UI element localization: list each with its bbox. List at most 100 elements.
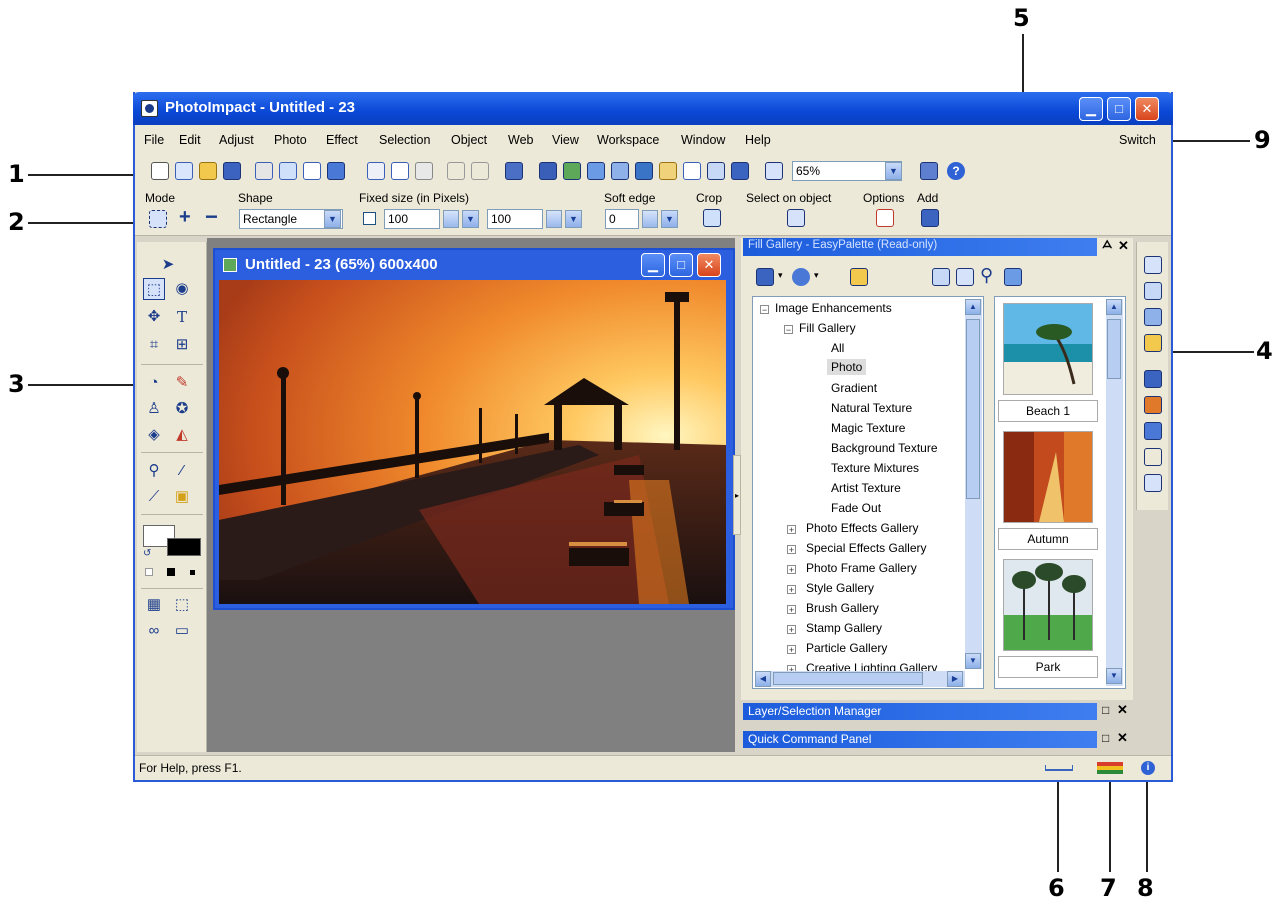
shape-tool-icon[interactable]: ▣: [171, 486, 193, 508]
print-preview-icon[interactable]: [279, 162, 297, 180]
height-dropdown[interactable]: ▼: [565, 210, 582, 228]
menu-effect[interactable]: Effect: [326, 133, 358, 147]
smudge-tool-icon[interactable]: ✪: [171, 398, 193, 420]
layout-icon[interactable]: [765, 162, 783, 180]
gallery-tree-icon[interactable]: [850, 268, 868, 286]
minimize-button[interactable]: ▁: [1079, 97, 1103, 121]
ruler-status-icon[interactable]: [1045, 765, 1073, 771]
organize-icon[interactable]: [635, 162, 653, 180]
tree-horizontal-scrollbar[interactable]: ◀ ▶: [755, 671, 965, 687]
tree-expand-icon[interactable]: +: [787, 625, 796, 635]
paste-icon[interactable]: [415, 162, 433, 180]
doc-maximize-button[interactable]: □: [669, 253, 693, 277]
capture-icon[interactable]: [505, 162, 523, 180]
tree-item-particle-gallery[interactable]: Particle Gallery: [806, 641, 887, 655]
brightness-icon[interactable]: [659, 162, 677, 180]
color-status-icon[interactable]: [1097, 762, 1123, 774]
gallery-home-icon[interactable]: [756, 268, 774, 286]
tree-item-all[interactable]: All: [831, 341, 844, 355]
frame-icon[interactable]: [683, 162, 701, 180]
background-color-swatch[interactable]: [167, 538, 201, 556]
thumbs-scroll-up-icon[interactable]: ▲: [1106, 299, 1122, 315]
new-from-icon[interactable]: [175, 162, 193, 180]
close-button[interactable]: ✕: [1135, 97, 1159, 121]
panel-manager-icon-3[interactable]: [1144, 308, 1162, 326]
tree-item-fade-out[interactable]: Fade Out: [831, 501, 881, 515]
crop-tool-icon[interactable]: ⌗: [143, 334, 165, 356]
layer-selection-manager-bar[interactable]: Layer/Selection Manager: [743, 703, 1097, 720]
tree-scroll-right-icon[interactable]: ▶: [947, 671, 963, 687]
thumbnail-park[interactable]: [1003, 559, 1093, 651]
height-spinner[interactable]: [546, 210, 562, 228]
paint-bucket-icon[interactable]: ✥: [143, 306, 165, 328]
select-on-object-icon[interactable]: [787, 209, 805, 227]
crop-icon[interactable]: [703, 209, 721, 227]
new-icon[interactable]: [151, 162, 169, 180]
fill-tool-icon[interactable]: ◭: [171, 424, 193, 446]
tree-item-stamp-gallery[interactable]: Stamp Gallery: [806, 621, 882, 635]
default-dot-swatch[interactable]: [190, 570, 195, 575]
add-icon[interactable]: [921, 209, 939, 227]
ruler-icon[interactable]: ▭: [171, 620, 193, 642]
tree-expand-icon[interactable]: +: [787, 545, 796, 555]
enhance-icon[interactable]: [587, 162, 605, 180]
tree-item-style-gallery[interactable]: Style Gallery: [806, 581, 874, 595]
copy-icon[interactable]: [391, 162, 409, 180]
tree-expand-icon[interactable]: +: [787, 565, 796, 575]
zoom-tool-icon[interactable]: ⚲: [143, 460, 165, 482]
gallery-float-icon[interactable]: ᗋ: [1102, 239, 1112, 252]
gallery-add-icon[interactable]: [956, 268, 974, 286]
default-white-swatch[interactable]: [145, 568, 153, 576]
gallery-globe-icon[interactable]: [792, 268, 810, 286]
gallery-properties-icon[interactable]: [1004, 268, 1022, 286]
zoom-preview-icon[interactable]: [303, 162, 321, 180]
redeye-tool-icon[interactable]: ◔: [143, 372, 165, 394]
gallery-search-icon[interactable]: ⚲: [980, 265, 993, 286]
default-black-swatch[interactable]: [167, 568, 175, 576]
effects-icon[interactable]: [731, 162, 749, 180]
tree-item-background-texture[interactable]: Background Texture: [831, 441, 938, 455]
import-icon[interactable]: [920, 162, 938, 180]
options-icon[interactable]: [876, 209, 894, 227]
gallery-globe-dropdown[interactable]: ▾: [814, 270, 819, 281]
gallery-close-icon[interactable]: ✕: [1118, 238, 1129, 254]
panel-manager-icon-4[interactable]: [1144, 334, 1162, 352]
clone-tool-icon[interactable]: ♙: [143, 398, 165, 420]
thumbnail-beach[interactable]: [1003, 303, 1093, 395]
image-icon[interactable]: [563, 162, 581, 180]
width-spinner[interactable]: [443, 210, 459, 228]
shape-dropdown[interactable]: ▼: [324, 210, 341, 228]
panel-manager-icon-9[interactable]: [1144, 474, 1162, 492]
menu-selection[interactable]: Selection: [379, 133, 430, 147]
soft-edge-input[interactable]: 0: [605, 209, 639, 229]
path-tool-icon[interactable]: ◉: [171, 278, 193, 300]
soft-edge-dropdown[interactable]: ▼: [661, 210, 678, 228]
info-status-icon[interactable]: i: [1141, 761, 1155, 775]
tree-item-image-enhancements[interactable]: Image Enhancements: [775, 301, 892, 315]
tree-item-fill-gallery[interactable]: Fill Gallery: [799, 321, 856, 335]
maximize-button[interactable]: □: [1107, 97, 1131, 121]
doc-close-button[interactable]: ✕: [697, 253, 721, 277]
soft-edge-spinner[interactable]: [642, 210, 658, 228]
save-icon[interactable]: [223, 162, 241, 180]
menu-object[interactable]: Object: [451, 133, 487, 147]
grid-icon[interactable]: ▦: [143, 594, 165, 616]
tree-expand-icon[interactable]: +: [787, 585, 796, 595]
thumbnail-autumn[interactable]: [1003, 431, 1093, 523]
width-input[interactable]: 100: [384, 209, 440, 229]
eraser-tool-icon[interactable]: ◈: [143, 424, 165, 446]
doc-minimize-button[interactable]: ▁: [641, 253, 665, 277]
quick-command-restore-icon[interactable]: □: [1102, 731, 1109, 745]
window-icon[interactable]: [707, 162, 725, 180]
tree-item-texture-mixtures[interactable]: Texture Mixtures: [831, 461, 919, 475]
menu-adjust[interactable]: Adjust: [219, 133, 254, 147]
title-bar[interactable]: PhotoImpact - Untitled - 23 ▁ □ ✕: [133, 92, 1173, 125]
panel-manager-icon-1[interactable]: [1144, 256, 1162, 274]
menu-help[interactable]: Help: [745, 133, 771, 147]
tree-scroll-left-icon[interactable]: ◀: [755, 671, 771, 687]
tree-expand-icon[interactable]: +: [787, 525, 796, 535]
preview-icon[interactable]: ∞: [143, 620, 165, 642]
pick-tool-icon[interactable]: ➤: [157, 254, 179, 276]
tree-item-gradient[interactable]: Gradient: [831, 381, 877, 395]
cut-icon[interactable]: [367, 162, 385, 180]
